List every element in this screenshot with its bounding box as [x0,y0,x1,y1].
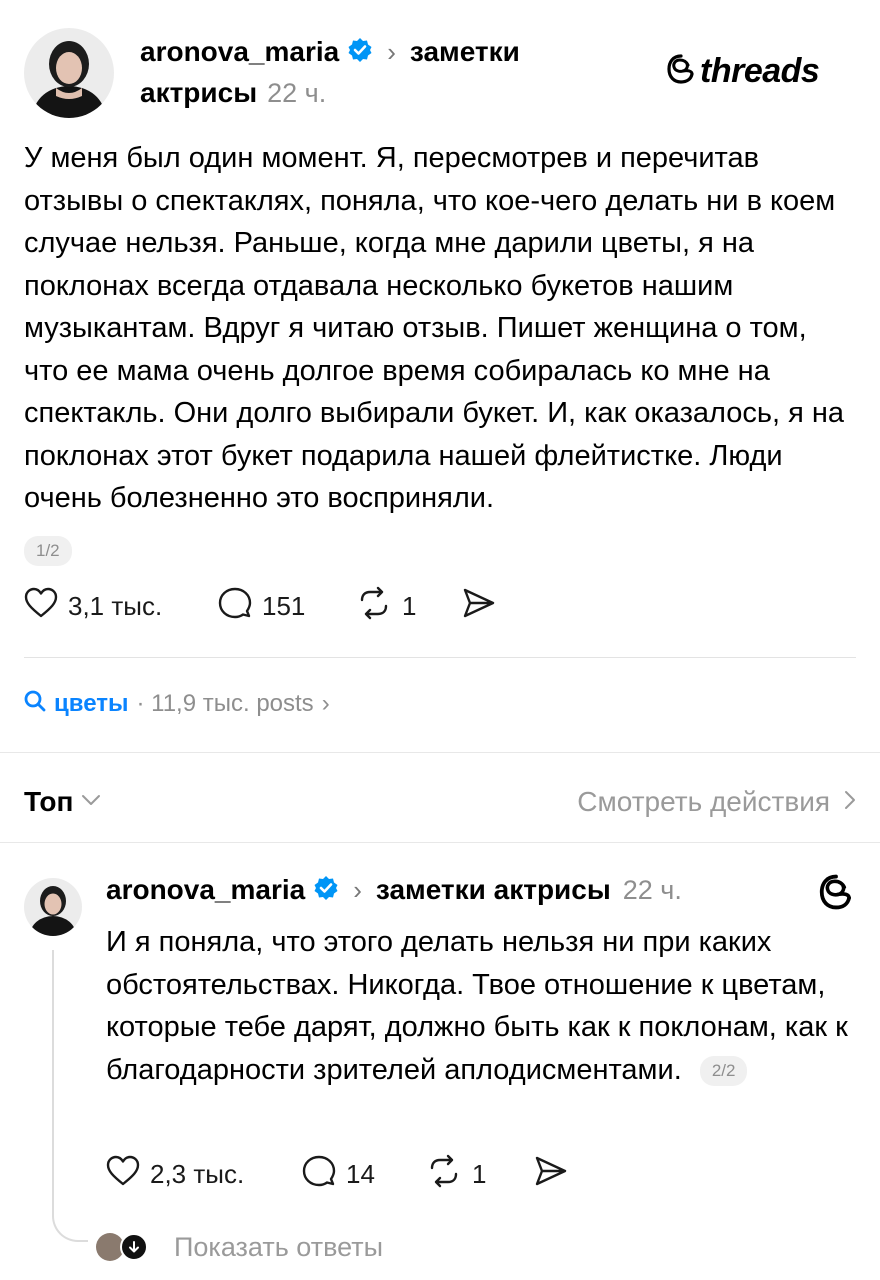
comment-icon [302,1154,336,1195]
page-indicator: 2/2 [699,1055,748,1086]
threads-icon [666,53,696,90]
reply-text: И я поняла, что этого делать нельзя ни п… [106,921,856,1091]
section-separator [0,752,880,753]
chevron-down-icon [81,793,101,812]
tag-name[interactable]: цветы [54,690,128,718]
view-activity-label: Смотреть действия [577,786,830,817]
send-icon [534,1155,568,1194]
repost-icon [356,586,392,627]
repost-button[interactable]: 1 [426,1154,534,1195]
section-separator [0,842,880,843]
heart-icon [106,1155,140,1194]
send-icon [462,587,496,626]
sort-dropdown[interactable]: Топ [24,782,101,822]
topic-link[interactable]: заметки [410,36,520,68]
reply-avatar[interactable] [24,878,82,936]
page-indicator: 1/2 [24,536,72,566]
view-activity-link[interactable]: Смотреть действия [577,782,856,822]
repost-button[interactable]: 1 [356,586,462,627]
post-time: 22 ч. [267,77,327,108]
repost-icon [426,1154,462,1195]
comment-icon [218,586,252,627]
verified-icon [313,875,339,906]
comment-count: 14 [346,1158,375,1189]
username[interactable]: aronova_maria [140,36,339,68]
topic-link-continued[interactable]: актрисы [140,77,257,109]
reply-time: 22 ч. [622,874,682,905]
show-replies-row[interactable]: Показать ответы [96,1230,383,1264]
tag-post-count: · 11,9 тыс. posts [136,690,314,717]
brand-wordmark: threads [700,52,820,90]
comment-button[interactable]: 14 [302,1154,426,1195]
arrow-down-icon [120,1233,148,1261]
share-button[interactable] [462,587,496,626]
repost-count: 1 [402,590,417,621]
comment-count: 151 [262,590,306,621]
like-button[interactable]: 3,1 тыс. [24,587,218,626]
reply-actions: 2,3 тыс. 14 1 [106,1154,568,1194]
sort-label: Топ [24,786,74,817]
show-replies-label[interactable]: Показать ответы [174,1232,383,1263]
verified-icon [347,37,373,68]
repost-count: 1 [472,1158,487,1189]
divider [24,657,856,658]
threads-icon [818,873,854,916]
like-count: 3,1 тыс. [68,590,163,621]
chevron-right-icon: › [387,36,396,67]
post-actions: 3,1 тыс. 151 1 [24,586,496,626]
heart-icon [24,587,58,626]
like-button[interactable]: 2,3 тыс. [106,1155,302,1194]
thread-line [52,950,88,1242]
reply-topic-link[interactable]: заметки актрисы [376,874,611,906]
reply-username[interactable]: aronova_maria [106,874,305,906]
avatar[interactable] [24,28,114,118]
threads-logo: threads [666,52,820,91]
reply-header: aronova_maria › заметки актрисы 22 ч. [106,870,682,910]
comment-button[interactable]: 151 [218,586,356,627]
post-header: aronova_maria › заметки актрисы 22 ч. [140,32,520,114]
share-button[interactable] [534,1155,568,1194]
replier-avatars [96,1233,156,1261]
chevron-right-icon [844,790,856,815]
search-icon [24,690,46,719]
chevron-right-icon: › [321,690,330,717]
chevron-right-icon: › [353,874,362,905]
post-text: У меня был один момент. Я, пересмотрев и… [24,142,845,514]
tag-row[interactable]: цветы · 11,9 тыс. posts › [24,688,330,720]
like-count: 2,3 тыс. [150,1158,245,1189]
